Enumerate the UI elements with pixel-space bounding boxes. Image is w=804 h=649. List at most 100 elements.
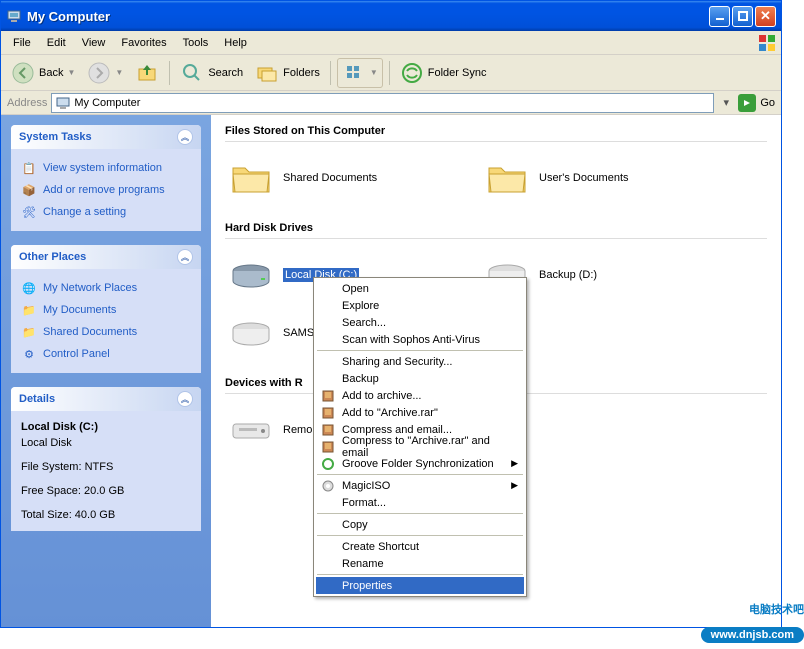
context-menu-item[interactable]: Groove Folder Synchronization▶	[316, 455, 524, 472]
network-icon: 🌐	[21, 280, 37, 296]
settings-icon: 🛠	[21, 204, 37, 220]
context-menu-label: Add to archive...	[342, 390, 422, 402]
dropdown-icon: ▼	[370, 68, 378, 77]
titlebar[interactable]: My Computer ✕	[1, 1, 781, 31]
context-menu: Open ExploreSearch...Scan with Sophos Ant…	[313, 277, 527, 597]
context-menu-item[interactable]: Sharing and Security...	[316, 353, 524, 370]
shared-documents-link[interactable]: 📁Shared Documents	[21, 321, 191, 343]
details-panel: Details ︽ Local Disk (C:) Local Disk Fil…	[11, 387, 201, 531]
menu-view[interactable]: View	[74, 34, 114, 52]
detail-total: Total Size: 40.0 GB	[21, 507, 191, 523]
views-icon	[342, 61, 366, 85]
detail-free: Free Space: 20.0 GB	[21, 483, 191, 499]
groove-icon	[320, 456, 336, 472]
chevron-up-icon: ︽	[177, 391, 193, 407]
context-menu-item[interactable]: Add to "Archive.rar"	[316, 404, 524, 421]
users-documents-item[interactable]: User's Documents	[481, 152, 731, 204]
address-field[interactable]: My Computer	[51, 93, 714, 113]
back-icon	[11, 61, 35, 85]
context-menu-label: Rename	[342, 558, 384, 570]
address-value: My Computer	[74, 97, 140, 109]
up-button[interactable]	[131, 59, 163, 87]
search-button[interactable]: Search	[176, 59, 247, 87]
panel-header[interactable]: Details ︽	[11, 387, 201, 411]
dropdown-icon: ▼	[67, 68, 75, 77]
context-menu-item[interactable]: MagicISO ▶	[316, 477, 524, 494]
minimize-button[interactable]	[709, 6, 730, 27]
context-menu-label: Properties	[342, 580, 392, 592]
chevron-up-icon: ︽	[177, 129, 193, 145]
back-button[interactable]: Back ▼	[7, 59, 79, 87]
change-setting-link[interactable]: 🛠Change a setting	[21, 201, 191, 223]
context-menu-label: Format...	[342, 497, 386, 509]
context-menu-item[interactable]: Create Shortcut	[316, 538, 524, 555]
context-menu-item[interactable]: Explore	[316, 297, 524, 314]
control-panel-link[interactable]: ⚙Control Panel	[21, 343, 191, 365]
shared-documents-item[interactable]: Shared Documents	[225, 152, 475, 204]
menu-file[interactable]: File	[5, 34, 39, 52]
context-menu-item[interactable]: Format...	[316, 494, 524, 511]
folder-icon	[483, 154, 531, 202]
dropdown-icon: ▼	[115, 68, 123, 77]
separator	[317, 574, 523, 575]
my-documents-link[interactable]: 📁My Documents	[21, 299, 191, 321]
info-icon: 📋	[21, 160, 37, 176]
context-menu-item[interactable]: Add to archive...	[316, 387, 524, 404]
folders-icon	[255, 61, 279, 85]
my-computer-icon	[55, 95, 71, 111]
context-menu-item[interactable]: Rename	[316, 555, 524, 572]
disk-icon	[227, 251, 275, 299]
forward-button[interactable]: ▼	[83, 59, 127, 87]
archive-icon	[320, 422, 336, 438]
address-label: Address	[7, 97, 47, 109]
context-menu-label: Open	[342, 283, 369, 295]
separator	[317, 350, 523, 351]
disk-icon	[227, 309, 275, 357]
panel-header[interactable]: System Tasks ︽	[11, 125, 201, 149]
drive-icon	[227, 406, 275, 454]
views-button[interactable]: ▼	[337, 58, 383, 88]
menu-favorites[interactable]: Favorites	[113, 34, 174, 52]
menu-edit[interactable]: Edit	[39, 34, 74, 52]
submenu-arrow-icon: ▶	[511, 480, 518, 491]
folder-icon	[227, 154, 275, 202]
detail-type: Local Disk	[21, 435, 191, 451]
separator	[330, 61, 331, 85]
separator	[169, 61, 170, 85]
view-system-info-link[interactable]: 📋View system information	[21, 157, 191, 179]
archive-icon	[320, 439, 336, 455]
go-button[interactable]	[738, 94, 756, 112]
folders-button[interactable]: Folders	[251, 59, 324, 87]
context-menu-item[interactable]: Backup	[316, 370, 524, 387]
archive-icon	[320, 388, 336, 404]
close-button[interactable]: ✕	[755, 6, 776, 27]
add-remove-programs-link[interactable]: 📦Add or remove programs	[21, 179, 191, 201]
control-panel-icon: ⚙	[21, 346, 37, 362]
panel-header[interactable]: Other Places ︽	[11, 245, 201, 269]
context-menu-item[interactable]: Open	[316, 280, 524, 297]
context-menu-item[interactable]: Scan with Sophos Anti-Virus	[316, 331, 524, 348]
sync-icon	[400, 61, 424, 85]
folder-sync-button[interactable]: Folder Sync	[396, 59, 491, 87]
other-places-panel: Other Places ︽ 🌐My Network Places 📁My Do…	[11, 245, 201, 373]
address-dropdown-icon[interactable]: ▾	[718, 96, 734, 109]
section-files: Files Stored on This Computer	[225, 125, 767, 142]
addressbar: Address My Computer ▾ Go	[1, 91, 781, 115]
menu-help[interactable]: Help	[216, 34, 255, 52]
forward-icon	[87, 61, 111, 85]
windows-logo-icon	[757, 33, 777, 53]
menu-tools[interactable]: Tools	[175, 34, 217, 52]
maximize-button[interactable]	[732, 6, 753, 27]
sidebar: System Tasks ︽ 📋View system information …	[1, 115, 211, 627]
context-menu-item[interactable]: Properties	[316, 577, 524, 594]
detail-fs: File System: NTFS	[21, 459, 191, 475]
context-menu-item[interactable]: Compress to "Archive.rar" and email	[316, 438, 524, 455]
context-menu-label: Backup	[342, 373, 379, 385]
context-menu-item[interactable]: Search...	[316, 314, 524, 331]
context-menu-item[interactable]: Copy	[316, 516, 524, 533]
detail-name: Local Disk (C:)	[21, 419, 191, 435]
archive-icon	[320, 405, 336, 421]
context-menu-label: MagicISO	[342, 480, 390, 492]
context-menu-label: Sharing and Security...	[342, 356, 452, 368]
network-places-link[interactable]: 🌐My Network Places	[21, 277, 191, 299]
